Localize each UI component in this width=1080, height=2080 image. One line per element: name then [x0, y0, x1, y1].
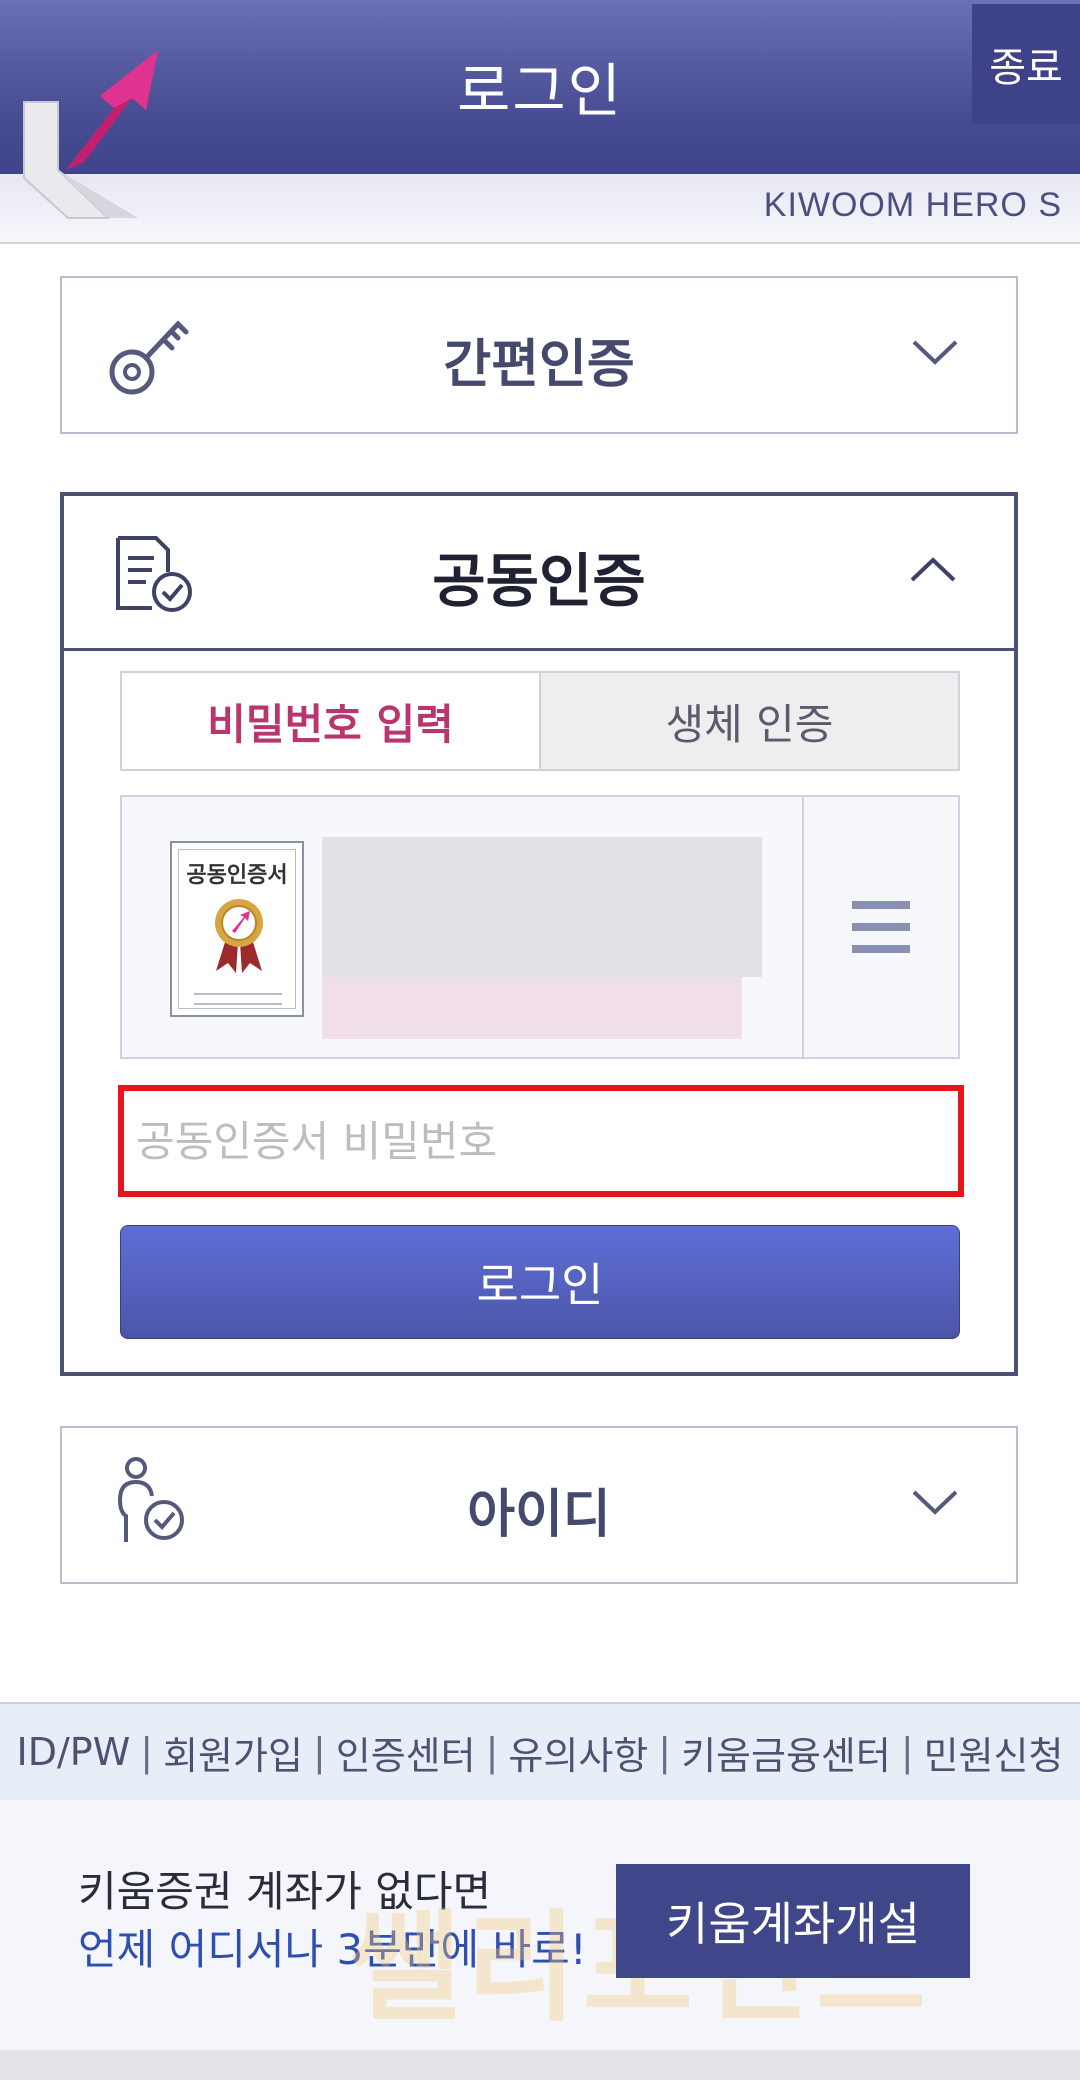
separator: |: [312, 1730, 326, 1774]
tab-biometric-auth[interactable]: 생체 인증: [539, 673, 958, 769]
hamburger-menu-icon: [852, 901, 910, 953]
separator: |: [658, 1730, 672, 1774]
login-button[interactable]: 로그인: [120, 1225, 960, 1339]
certificate-selector[interactable]: 공동인증서: [120, 795, 960, 1059]
bottom-strip: [0, 2050, 1080, 2080]
link-cert-center[interactable]: 인증센터: [336, 1725, 476, 1780]
certificate-info-redacted: [322, 977, 742, 1039]
certificate-card-label: 공동인증서: [186, 863, 288, 888]
certificate-password-input[interactable]: [118, 1085, 964, 1197]
separator: |: [140, 1730, 154, 1774]
joint-cert-body: 비밀번호 입력 생체 인증 공동인증서 로그인: [64, 648, 1014, 1373]
page-title: 로그인: [456, 57, 624, 125]
chevron-down-icon: [912, 1490, 958, 1515]
kiwoom-logo-icon: [23, 50, 158, 219]
link-sign-up[interactable]: 회원가입: [163, 1725, 303, 1780]
chevron-down-icon: [912, 340, 958, 365]
link-notice[interactable]: 유의사항: [508, 1725, 648, 1780]
certificate-list-button[interactable]: [802, 797, 958, 1057]
simple-auth-section[interactable]: 간편인증: [60, 276, 1018, 434]
link-complaint[interactable]: 민원신청: [924, 1725, 1064, 1780]
app-header: 로그인 종료: [0, 0, 1080, 174]
simple-auth-header[interactable]: 간편인증: [62, 278, 1016, 430]
joint-cert-header[interactable]: 공동인증: [64, 496, 1014, 648]
tab-password-entry[interactable]: 비밀번호 입력: [122, 673, 539, 769]
brand-bar: KIWOOM HERO S: [0, 174, 1080, 244]
separator: |: [900, 1730, 914, 1774]
id-login-header[interactable]: 아이디: [62, 1428, 1016, 1580]
account-promo-banner: 키움증권 계좌가 없다면 언제 어디서나 3분만에 바로! 쌜리포인트 키움계좌…: [0, 1800, 1080, 2050]
certificate-card-icon: 공동인증서: [170, 841, 304, 1017]
brand-text: KIWOOM HERO S: [763, 186, 1062, 224]
open-account-button[interactable]: 키움계좌개설: [616, 1864, 970, 1978]
card-line: [194, 1003, 282, 1005]
exit-button[interactable]: 종료: [972, 4, 1080, 124]
link-id-pw[interactable]: ID/PW: [17, 1730, 131, 1774]
auth-method-tabs: 비밀번호 입력 생체 인증: [120, 671, 960, 771]
footer-links: ID/PW | 회원가입 | 인증센터 | 유의사항 | 키움금융센터 | 민원신청: [0, 1702, 1080, 1802]
joint-cert-title: 공동인증: [432, 547, 646, 615]
chevron-up-icon: [910, 557, 956, 582]
id-login-section[interactable]: 아이디: [60, 1426, 1018, 1584]
rosette-badge-icon: [215, 899, 263, 973]
separator: |: [485, 1730, 499, 1774]
simple-auth-title: 간편인증: [443, 335, 635, 395]
joint-cert-section: 공동인증 비밀번호 입력 생체 인증 공동인증서 로그인: [60, 492, 1018, 1376]
certificate-owner-redacted: [322, 837, 762, 977]
id-login-title: 아이디: [467, 1485, 611, 1545]
card-line: [194, 993, 282, 995]
link-finance-center[interactable]: 키움금융센터: [681, 1725, 891, 1780]
